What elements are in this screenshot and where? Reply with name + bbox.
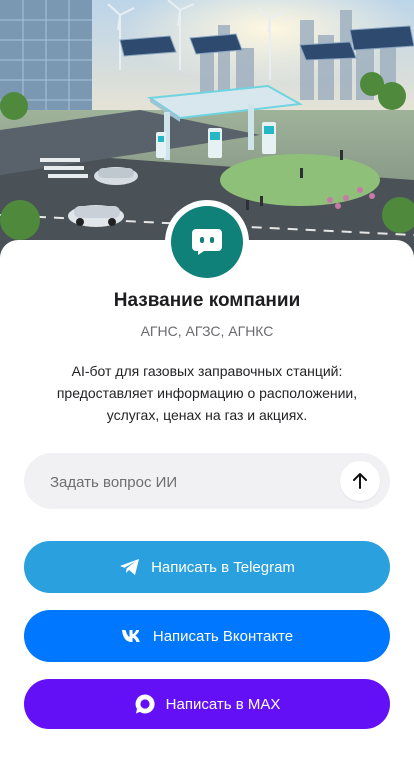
vk-button[interactable]: Написать Вконтакте (24, 610, 390, 662)
avatar (165, 200, 249, 284)
arrow-up-icon (353, 473, 367, 489)
vk-icon (121, 629, 143, 643)
max-button-label: Написать в MAX (165, 695, 281, 713)
ask-ai-field (24, 453, 390, 511)
vk-button-label: Написать Вконтакте (152, 627, 294, 645)
telegram-button-label: Написать в Telegram (151, 558, 295, 576)
ask-ai-input[interactable] (48, 453, 352, 511)
send-button[interactable] (340, 461, 380, 501)
max-button[interactable]: Написать в MAX (24, 679, 390, 729)
telegram-button[interactable]: Написать в Telegram (24, 541, 390, 593)
chat-bot-icon (192, 229, 222, 255)
company-name: Название компании (113, 290, 301, 311)
company-tags: АГНС, АГЗС, АГНКС (140, 323, 274, 339)
avatar-circle (171, 206, 243, 278)
max-icon (134, 693, 156, 715)
company-description: AI-бот для газовых заправочных станций: … (56, 363, 358, 423)
telegram-icon (119, 558, 141, 576)
